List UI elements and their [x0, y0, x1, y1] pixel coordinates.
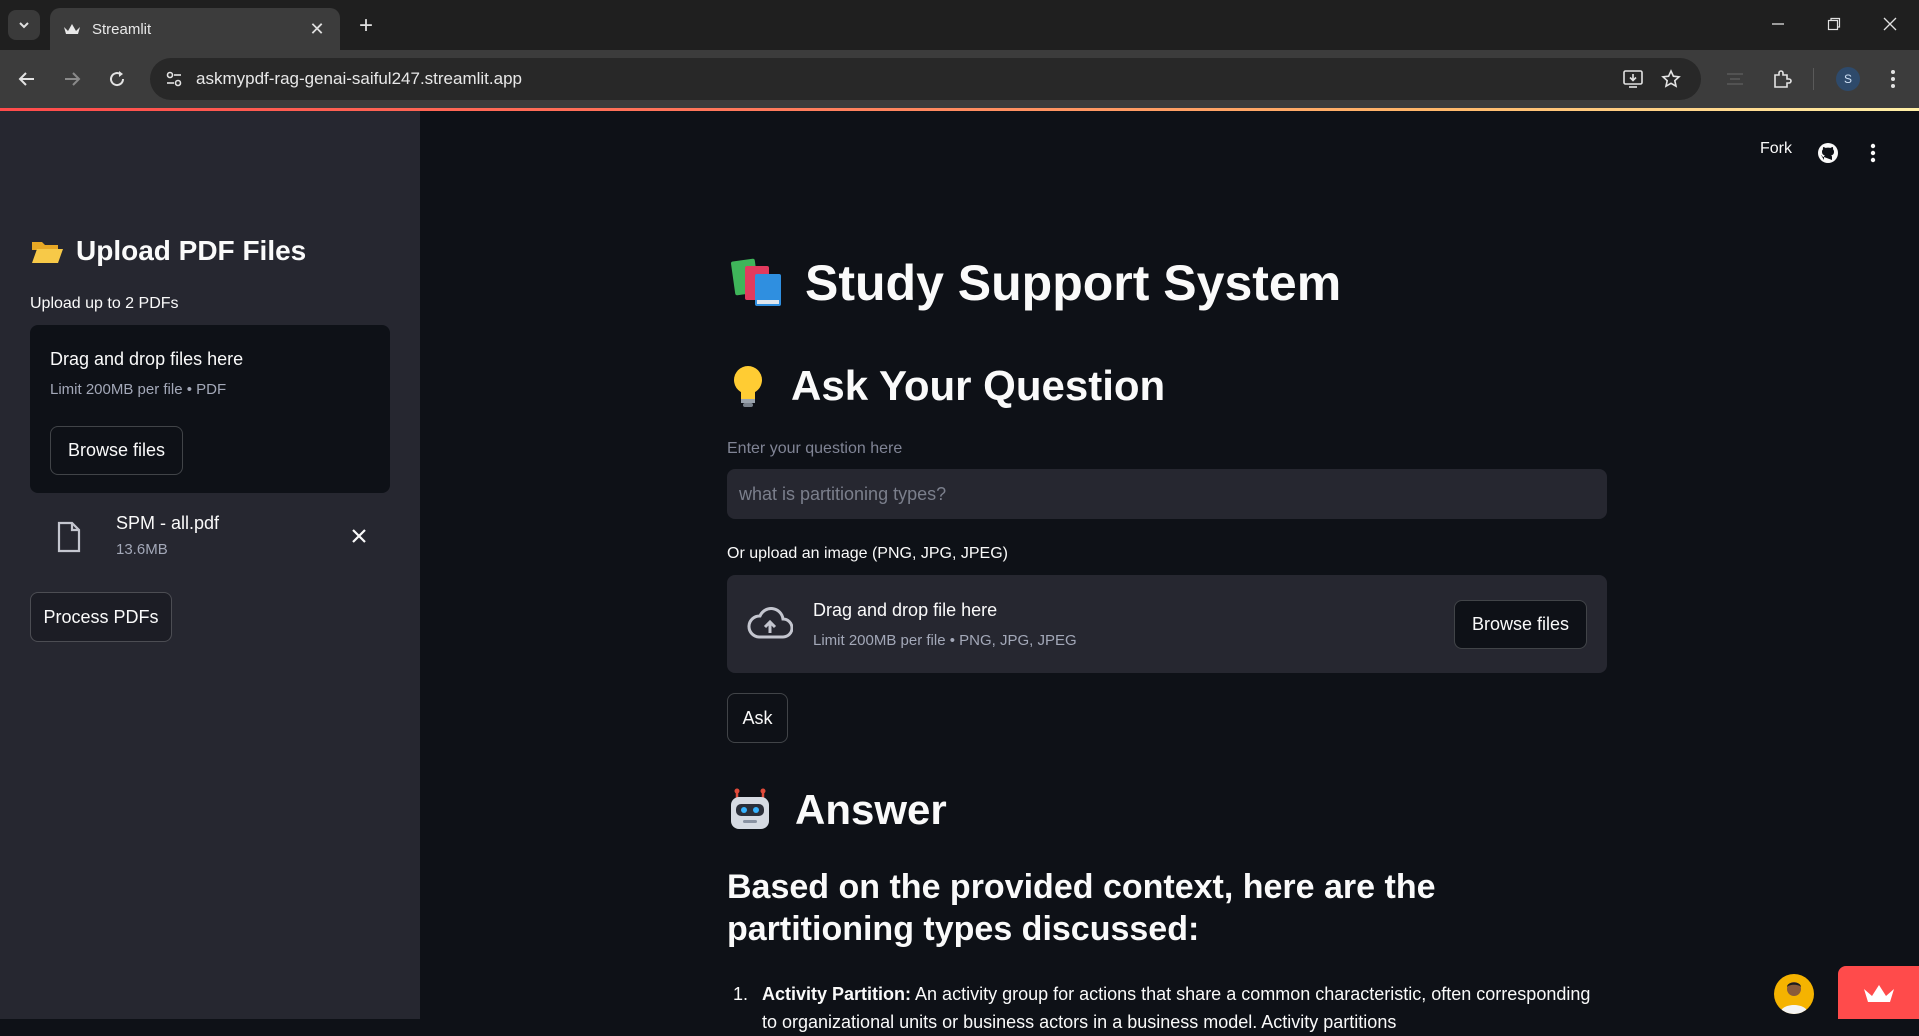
- streamlit-crown-icon: [1863, 984, 1894, 1002]
- github-icon[interactable]: [1817, 142, 1839, 164]
- browse-image-button[interactable]: Browse files: [1454, 600, 1587, 649]
- sidebar-header: Upload PDF Files: [30, 235, 306, 267]
- streamlit-logo-icon: [62, 19, 82, 39]
- list-item-text: Activity Partition: An activity group fo…: [762, 980, 1602, 1036]
- toolbar-divider: [1813, 68, 1814, 90]
- creator-avatar[interactable]: [1774, 974, 1814, 1014]
- file-size: 13.6MB: [116, 541, 168, 558]
- ask-heading: Ask Your Question: [727, 362, 1165, 410]
- install-app-icon[interactable]: [1621, 67, 1645, 91]
- minimize-icon: [1772, 23, 1784, 25]
- close-icon: [352, 529, 366, 543]
- page-title: Study Support System: [727, 254, 1341, 312]
- browse-pdf-button[interactable]: Browse files: [50, 426, 183, 475]
- file-name: SPM - all.pdf: [116, 513, 220, 533]
- ask-button[interactable]: Ask: [727, 693, 788, 743]
- image-dropzone[interactable]: Drag and drop file here Limit 200MB per …: [727, 575, 1607, 673]
- extensions-icon[interactable]: [1769, 66, 1795, 92]
- sidebar-title: Upload PDF Files: [76, 235, 307, 266]
- image-dropzone-limit: Limit 200MB per file • PNG, JPG, JPEG: [813, 632, 1077, 649]
- list-item-term: Activity Partition:: [762, 984, 912, 1004]
- light-bulb-icon: [734, 366, 762, 407]
- ask-heading-text: Ask Your Question: [791, 362, 1166, 409]
- books-icon: [731, 258, 781, 306]
- page-title-text: Study Support System: [805, 255, 1342, 311]
- profile-avatar[interactable]: S: [1836, 67, 1860, 91]
- new-tab-button[interactable]: +: [352, 12, 380, 40]
- close-window-button[interactable]: [1870, 8, 1910, 40]
- app-menu-icon[interactable]: [1864, 143, 1882, 163]
- process-pdfs-button[interactable]: Process PDFs: [30, 592, 172, 642]
- reading-list-icon[interactable]: [1722, 66, 1748, 92]
- fork-link[interactable]: Fork: [1760, 140, 1792, 158]
- reload-icon: [110, 71, 125, 87]
- uploaded-file-item: SPM - all.pdf 13.6MB: [30, 507, 390, 569]
- browser-menu-icon[interactable]: [1880, 66, 1906, 92]
- cloud-upload-icon: [747, 607, 793, 639]
- image-upload-label: Or upload an image (PNG, JPG, JPEG): [727, 545, 1008, 562]
- list-item-number: 1.: [733, 984, 749, 1004]
- site-settings-icon[interactable]: [164, 69, 184, 89]
- tab-title: Streamlit: [92, 20, 152, 38]
- answer-heading-text: Answer: [795, 786, 947, 833]
- reload-button[interactable]: [100, 62, 134, 96]
- restore-window-button[interactable]: [1814, 8, 1854, 40]
- arrow-right-icon: [65, 72, 81, 86]
- sidebar: Upload PDF Files Upload up to 2 PDFs Dra…: [0, 111, 420, 1019]
- file-icon: [57, 521, 81, 553]
- minimize-window-button[interactable]: [1758, 8, 1798, 40]
- dropzone-title: Drag and drop files here: [50, 349, 244, 369]
- remove-file-button[interactable]: [346, 523, 372, 549]
- image-dropzone-title: Drag and drop file here: [813, 600, 998, 620]
- answer-heading: Answer: [727, 786, 947, 834]
- tab-close-icon[interactable]: ✕: [306, 18, 328, 40]
- hosted-with-streamlit-badge[interactable]: [1838, 966, 1919, 1019]
- question-label: Enter your question here: [727, 440, 903, 457]
- tab-search-button[interactable]: [8, 10, 40, 40]
- open-folder-icon: [32, 242, 63, 263]
- browser-tab-active[interactable]: Streamlit ✕: [50, 8, 340, 50]
- back-button[interactable]: [10, 62, 44, 96]
- url-text: askmypdf-rag-genai-saiful247.streamlit.a…: [196, 69, 522, 88]
- dropzone-limit: Limit 200MB per file • PDF: [50, 381, 227, 398]
- robot-icon: [731, 788, 769, 829]
- restore-icon: [1827, 17, 1841, 31]
- question-input[interactable]: [727, 469, 1607, 519]
- bookmark-star-icon[interactable]: [1659, 67, 1683, 91]
- chevron-down-icon: [19, 22, 29, 29]
- forward-button[interactable]: [55, 62, 89, 96]
- arrow-left-icon: [18, 72, 34, 86]
- address-bar[interactable]: askmypdf-rag-genai-saiful247.streamlit.a…: [150, 58, 1701, 100]
- pdf-upload-label: Upload up to 2 PDFs: [30, 295, 179, 312]
- browser-tab-strip: Streamlit ✕ +: [0, 0, 1919, 50]
- answer-intro: Based on the provided context, here are …: [727, 868, 1436, 948]
- pdf-dropzone[interactable]: Drag and drop files here Limit 200MB per…: [30, 325, 390, 493]
- close-icon: [1883, 17, 1897, 31]
- browser-toolbar: askmypdf-rag-genai-saiful247.streamlit.a…: [0, 50, 1919, 108]
